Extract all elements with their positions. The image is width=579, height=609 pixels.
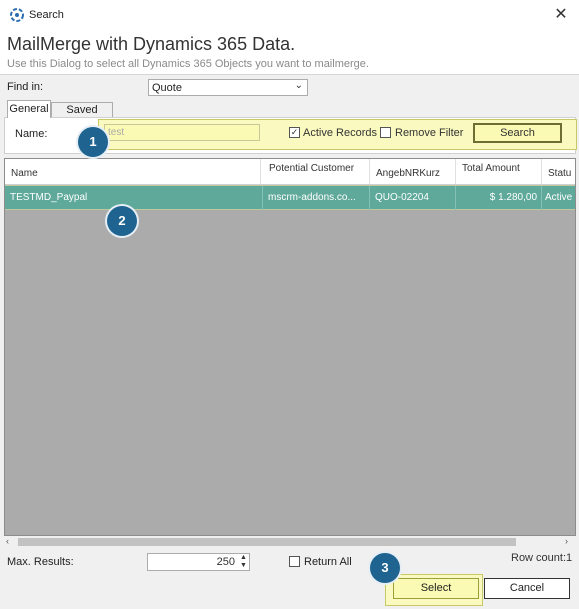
find-in-value: Quote xyxy=(152,82,182,94)
return-all-label[interactable]: Return All xyxy=(304,556,352,568)
chevron-down-icon[interactable]: ▼ xyxy=(238,562,249,570)
scroll-left-icon[interactable]: ‹ xyxy=(6,536,9,546)
find-in-label: Find in: xyxy=(7,81,44,93)
step-badge-2: 2 xyxy=(107,206,137,236)
cell-name: TESTMD_Paypal xyxy=(5,186,263,210)
chevron-down-icon: ⌄ xyxy=(294,80,303,91)
table-row[interactable]: TESTMD_Paypal mscrm-addons.co... QUO-022… xyxy=(5,185,575,210)
cell-total-amount: $ 1.280,00 xyxy=(456,186,542,210)
step-badge-1: 1 xyxy=(78,127,108,157)
name-label: Name: xyxy=(15,128,48,140)
cancel-button[interactable]: Cancel xyxy=(484,578,570,599)
horizontal-scrollbar[interactable]: ‹ › xyxy=(4,536,576,548)
select-button[interactable]: Select xyxy=(393,578,479,599)
chevron-up-icon[interactable]: ▲ xyxy=(238,554,249,562)
active-records-checkbox[interactable]: ✓ xyxy=(289,127,300,138)
name-input[interactable]: test xyxy=(104,124,260,141)
crm-logo-icon xyxy=(9,7,25,23)
column-header-name[interactable]: Name xyxy=(5,159,261,184)
max-results-stepper[interactable]: ▲ ▼ xyxy=(238,554,249,570)
column-header-status[interactable]: Statu xyxy=(542,159,575,184)
grid-header: Name Potential Customer AngebNRKurz Tota… xyxy=(5,159,575,185)
scroll-right-icon[interactable]: › xyxy=(565,536,568,546)
active-records-label[interactable]: Active Records xyxy=(303,127,377,139)
cell-potential-customer: mscrm-addons.co... xyxy=(263,186,370,210)
column-header-potential-customer[interactable]: Potential Customer xyxy=(263,159,370,184)
tab-saved-views[interactable]: Saved Views xyxy=(51,102,113,131)
scrollbar-thumb[interactable] xyxy=(18,538,516,546)
results-grid: Name Potential Customer AngebNRKurz Tota… xyxy=(4,158,576,536)
dialog-heading: MailMerge with Dynamics 365 Data. xyxy=(7,34,296,54)
max-results-input[interactable]: 250 xyxy=(147,553,250,571)
return-all-checkbox[interactable] xyxy=(289,556,300,567)
window-title: Search xyxy=(29,9,64,21)
dialog-subheading: Use this Dialog to select all Dynamics 3… xyxy=(7,58,369,70)
cell-angebnrkurz: QUO-02204 xyxy=(370,186,456,210)
search-button[interactable]: Search xyxy=(473,123,562,143)
remove-filter-checkbox[interactable] xyxy=(380,127,391,138)
cell-status: Active xyxy=(545,192,573,203)
row-count: Row count:1 xyxy=(511,552,573,564)
step-badge-3: 3 xyxy=(370,553,400,583)
close-button[interactable]: ✕ xyxy=(548,4,574,26)
title-bar xyxy=(0,0,579,30)
remove-filter-label[interactable]: Remove Filter xyxy=(395,127,463,139)
tab-general[interactable]: General xyxy=(7,100,51,118)
max-results-label: Max. Results: xyxy=(7,556,74,568)
column-header-total-amount[interactable]: Total Amount xyxy=(456,159,542,184)
column-header-angebnrkurz[interactable]: AngebNRKurz xyxy=(370,159,456,184)
find-in-select[interactable]: Quote ⌄ xyxy=(148,79,308,96)
